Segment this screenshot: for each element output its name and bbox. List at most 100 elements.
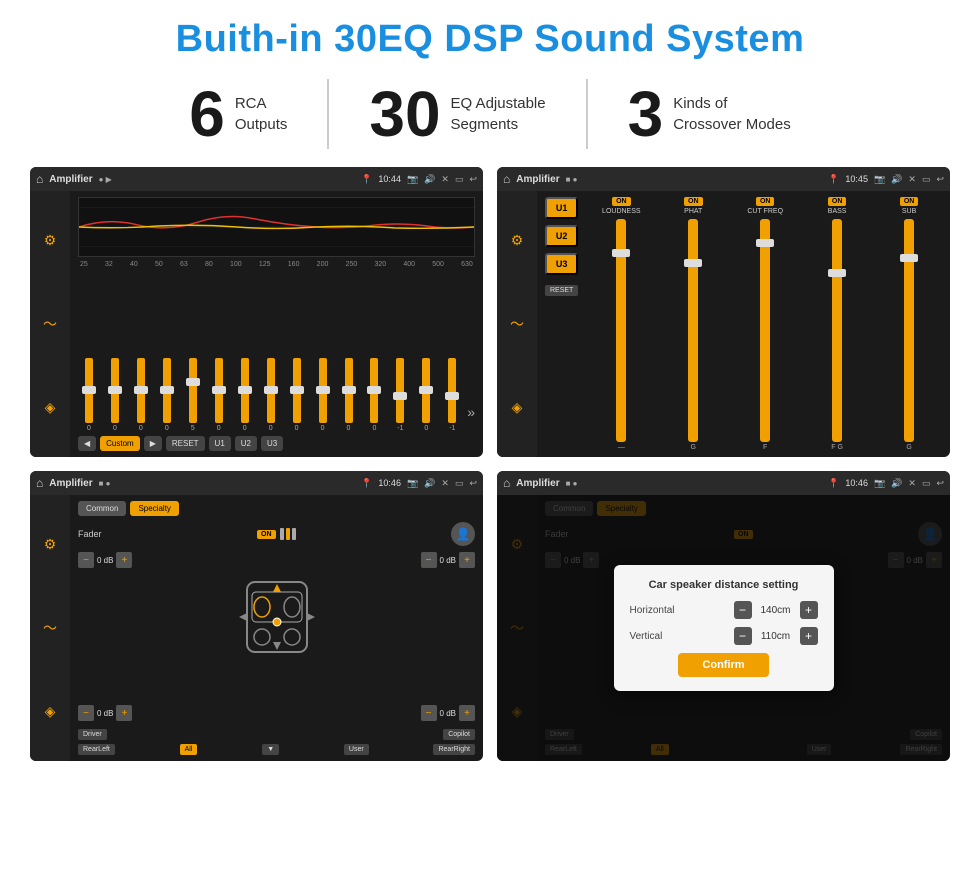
eq-prev-btn[interactable]: ◀ — [78, 436, 96, 451]
eq-topbar-title: Amplifier — [49, 174, 92, 185]
ch-sub: ON SUB G — [876, 197, 942, 451]
eq-slider-5[interactable]: 5 — [182, 358, 204, 432]
all-btn[interactable]: All — [180, 744, 198, 755]
eq-speaker-icon[interactable]: ◈ — [36, 393, 64, 421]
user-profile-icon[interactable]: 👤 — [451, 522, 475, 546]
location-icon: 📍 — [361, 174, 372, 185]
home-icon: ⌂ — [36, 172, 43, 186]
rearleft-btn[interactable]: RearLeft — [78, 744, 115, 755]
eq-skip-icon[interactable]: » — [467, 404, 475, 432]
stat-text-eq2: Segments — [451, 114, 546, 135]
main-title: Buith-in 30EQ DSP Sound System — [176, 18, 805, 61]
eq-wave-icon[interactable]: 〜 — [36, 310, 64, 338]
eq-reset-btn[interactable]: RESET — [166, 436, 205, 451]
u1-select-btn[interactable]: U1 — [545, 197, 578, 219]
eq-slider-10[interactable]: 0 — [312, 358, 334, 432]
eq-play-btn[interactable]: ▶ — [144, 436, 162, 451]
horizontal-plus-btn[interactable]: + — [800, 601, 818, 619]
rect-icon-3: ▭ — [455, 478, 464, 489]
eq-custom-btn[interactable]: Custom — [100, 436, 140, 451]
eq-slider-4[interactable]: 0 — [156, 358, 178, 432]
vertical-minus-btn[interactable]: − — [734, 627, 752, 645]
vol-fr-minus[interactable]: − — [421, 552, 437, 568]
eq-slider-3[interactable]: 0 — [130, 358, 152, 432]
fader-settings-icon[interactable]: ⚙ — [36, 531, 64, 559]
u2-select-btn[interactable]: U2 — [545, 225, 578, 247]
rect-icon-2: ▭ — [922, 174, 931, 185]
stat-text-eq1: EQ Adjustable — [451, 93, 546, 114]
confirm-button[interactable]: Confirm — [678, 653, 768, 677]
eq-settings-icon[interactable]: ⚙ — [36, 227, 64, 255]
rearright-btn[interactable]: RearRight — [433, 744, 475, 755]
vol-rl-plus[interactable]: + — [116, 705, 132, 721]
vol-rr-plus[interactable]: + — [459, 705, 475, 721]
eq-screen-content: ⚙ 〜 ◈ 25 — [30, 191, 483, 457]
eq-main-area: 25 32 40 50 63 80 100 125 160 200 250 32… — [70, 191, 483, 457]
fader-wave-icon[interactable]: 〜 — [36, 614, 64, 642]
fader-left-sidebar: ⚙ 〜 ◈ — [30, 495, 70, 761]
horizontal-minus-btn[interactable]: − — [734, 601, 752, 619]
speaker-position-buttons-2: RearLeft All ▼ User RearRight — [78, 744, 475, 755]
ch-loudness: ON LOUDNESS — — [588, 197, 654, 451]
crossover-topbar-time: 10:45 — [845, 174, 868, 184]
eq-slider-2[interactable]: 0 — [104, 358, 126, 432]
dialog-vertical-row: Vertical − 110cm + — [630, 627, 818, 645]
tab-specialty[interactable]: Specialty — [130, 501, 178, 516]
vertical-label: Vertical — [630, 631, 663, 642]
ch-phat: ON PHAT G — [660, 197, 726, 451]
vertical-plus-btn[interactable]: + — [800, 627, 818, 645]
back-icon: ↩ — [469, 174, 477, 185]
vol-rl-minus[interactable]: − — [78, 705, 94, 721]
eq-slider-14[interactable]: 0 — [415, 358, 437, 432]
copilot-btn[interactable]: Copilot — [443, 729, 475, 740]
vol-icon-3: 🔊 — [424, 478, 435, 489]
vol-rr-minus[interactable]: − — [421, 705, 437, 721]
dialog-topbar: ⌂ Amplifier ■ ● 📍 10:46 📷 🔊 ✕ ▭ ↩ — [497, 471, 950, 495]
eq-u3-btn[interactable]: U3 — [261, 436, 283, 451]
bass-slider[interactable] — [832, 219, 842, 442]
fader-on-group: ON — [257, 528, 296, 540]
stats-row: 6 RCA Outputs 30 EQ Adjustable Segments … — [30, 79, 950, 149]
fader-topbar-time: 10:46 — [378, 478, 401, 488]
u3-select-btn[interactable]: U3 — [545, 253, 578, 275]
stat-eq: 30 EQ Adjustable Segments — [329, 82, 585, 146]
location-icon-3: 📍 — [361, 478, 372, 489]
vol-fr-plus[interactable]: + — [459, 552, 475, 568]
phat-slider[interactable] — [688, 219, 698, 442]
back-icon-4: ↩ — [936, 478, 944, 489]
crossover-topbar-dots: ■ ● — [566, 175, 578, 184]
sub-slider[interactable] — [904, 219, 914, 442]
user-btn[interactable]: User — [344, 744, 369, 755]
vol-fl-minus[interactable]: − — [78, 552, 94, 568]
crossover-wave-icon[interactable]: 〜 — [503, 310, 531, 338]
tab-common[interactable]: Common — [78, 501, 126, 516]
eq-slider-1[interactable]: 0 — [78, 358, 100, 432]
cutfreq-slider[interactable] — [760, 219, 770, 442]
crossover-settings-icon[interactable]: ⚙ — [503, 227, 531, 255]
eq-slider-12[interactable]: 0 — [363, 358, 385, 432]
crossover-speaker-icon[interactable]: ◈ — [503, 393, 531, 421]
eq-u2-btn[interactable]: U2 — [235, 436, 257, 451]
eq-slider-15[interactable]: -1 — [441, 358, 463, 432]
chevron-down-icon[interactable]: ▼ — [262, 744, 279, 755]
vol-fl-value: 0 dB — [97, 556, 113, 565]
driver-btn[interactable]: Driver — [78, 729, 107, 740]
home-icon-4: ⌂ — [503, 476, 510, 490]
vol-fl-plus[interactable]: + — [116, 552, 132, 568]
loudness-slider[interactable] — [616, 219, 626, 442]
car-top-view-svg — [227, 572, 327, 662]
eq-left-sidebar: ⚙ 〜 ◈ — [30, 191, 70, 457]
fader-tabs: Common Specialty — [78, 501, 475, 516]
eq-slider-7[interactable]: 0 — [234, 358, 256, 432]
eq-slider-8[interactable]: 0 — [260, 358, 282, 432]
dialog-horizontal-row: Horizontal − 140cm + — [630, 601, 818, 619]
eq-slider-11[interactable]: 0 — [338, 358, 360, 432]
horizontal-ctrl: − 140cm + — [734, 601, 818, 619]
crossover-reset-btn[interactable]: RESET — [545, 285, 578, 296]
eq-slider-9[interactable]: 0 — [286, 358, 308, 432]
fader-speaker-icon[interactable]: ◈ — [36, 697, 64, 725]
eq-u1-btn[interactable]: U1 — [209, 436, 231, 451]
eq-freq-labels: 25 32 40 50 63 80 100 125 160 200 250 32… — [78, 261, 475, 268]
eq-slider-13[interactable]: -1 — [389, 358, 411, 432]
eq-slider-6[interactable]: 0 — [208, 358, 230, 432]
